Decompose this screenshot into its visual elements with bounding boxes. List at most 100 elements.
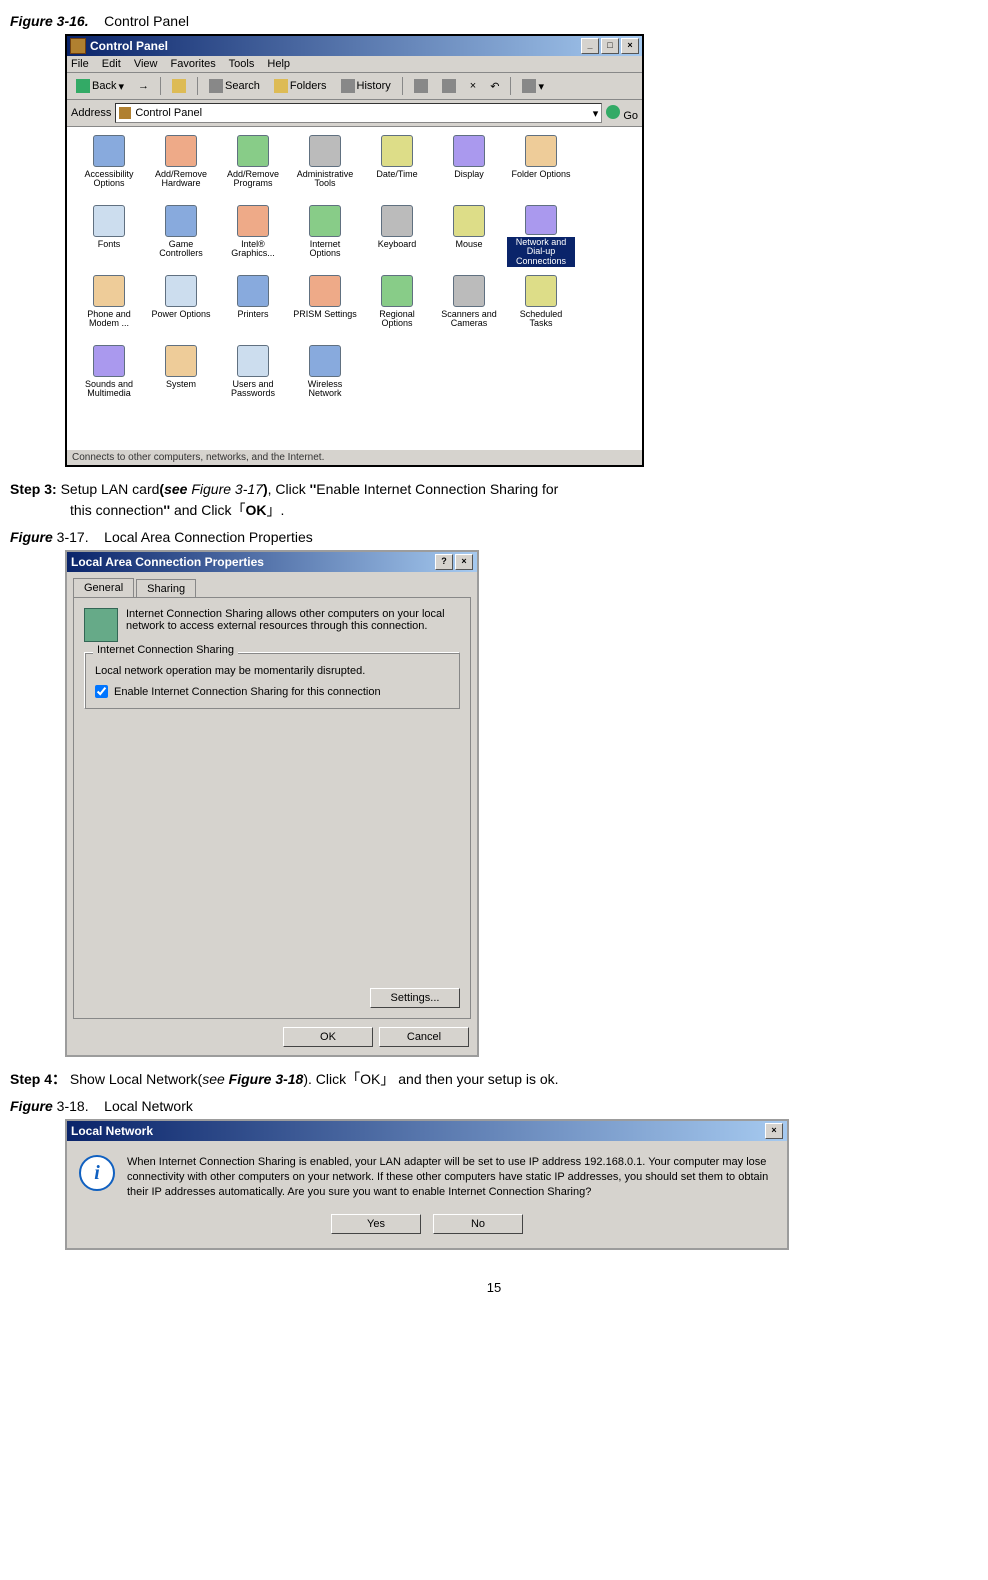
info-icon: i xyxy=(79,1155,115,1191)
enable-ics-checkbox[interactable] xyxy=(95,685,108,698)
control-panel-item-label: Phone and Modem ... xyxy=(75,309,143,330)
control-panel-item-icon xyxy=(93,275,125,307)
messagebox-body: i When Internet Connection Sharing is en… xyxy=(67,1141,787,1206)
control-panel-item-icon xyxy=(525,275,557,307)
control-panel-item[interactable]: Internet Options xyxy=(291,205,359,267)
control-panel-item-icon xyxy=(381,205,413,237)
control-panel-item[interactable]: Phone and Modem ... xyxy=(75,275,143,337)
help-button[interactable]: ? xyxy=(435,554,453,570)
menu-edit[interactable]: Edit xyxy=(102,58,121,70)
figure-3-16-title: Figure 3-16. Control Panel xyxy=(10,13,978,29)
control-panel-item-icon xyxy=(453,205,485,237)
control-panel-item[interactable]: Display xyxy=(435,135,503,197)
control-panel-item[interactable]: Mouse xyxy=(435,205,503,267)
control-panel-item-label: Network and Dial-up Connections xyxy=(507,237,575,267)
tab-sharing[interactable]: Sharing xyxy=(136,579,196,598)
control-panel-item-icon xyxy=(93,345,125,377)
menu-favorites[interactable]: Favorites xyxy=(171,58,216,70)
control-panel-item-label: Scanners and Cameras xyxy=(435,309,503,330)
control-panel-item-label: Keyboard xyxy=(376,239,419,250)
control-panel-item-icon xyxy=(453,275,485,307)
control-panel-item-label: Mouse xyxy=(453,239,484,250)
control-panel-item[interactable]: Printers xyxy=(219,275,287,337)
control-panel-item[interactable]: Sounds and Multimedia xyxy=(75,345,143,407)
control-panel-item[interactable]: Wireless Network xyxy=(291,345,359,407)
figure-3-17-title: Figure 3-17. Local Area Connection Prope… xyxy=(10,529,978,545)
close-button[interactable]: × xyxy=(621,38,639,54)
control-panel-item-icon xyxy=(237,205,269,237)
menubar: File Edit View Favorites Tools Help xyxy=(67,56,642,73)
control-panel-item-icon xyxy=(165,205,197,237)
history-button[interactable]: History xyxy=(336,76,396,96)
control-panel-item[interactable]: Date/Time xyxy=(363,135,431,197)
go-button[interactable]: Go xyxy=(606,105,638,122)
settings-button[interactable]: Settings... xyxy=(370,988,460,1008)
close-button[interactable]: × xyxy=(455,554,473,570)
control-panel-item[interactable]: Users and Passwords xyxy=(219,345,287,407)
control-panel-item-label: Wireless Network xyxy=(291,379,359,400)
moveto-icon xyxy=(414,79,428,93)
undo-button[interactable]: ↶ xyxy=(485,77,504,96)
menu-tools[interactable]: Tools xyxy=(229,58,255,70)
minimize-button[interactable]: _ xyxy=(581,38,599,54)
control-panel-item-label: Users and Passwords xyxy=(219,379,287,400)
control-panel-item[interactable]: Power Options xyxy=(147,275,215,337)
maximize-button[interactable]: □ xyxy=(601,38,619,54)
step-4-text: Step 4： Show Local Network(see Figure 3-… xyxy=(10,1069,978,1090)
folders-button[interactable]: Folders xyxy=(269,76,332,96)
back-button[interactable]: Back ▾ xyxy=(71,76,129,96)
address-dropdown-icon[interactable]: ▾ xyxy=(593,107,599,120)
control-panel-item-label: Intel® Graphics... xyxy=(219,239,287,260)
close-button[interactable]: × xyxy=(765,1123,783,1139)
address-field[interactable]: Control Panel ▾ xyxy=(115,103,602,123)
control-panel-item-label: Game Controllers xyxy=(147,239,215,260)
cancel-button[interactable]: Cancel xyxy=(379,1027,469,1047)
control-panel-item[interactable]: Regional Options xyxy=(363,275,431,337)
extra-button-2[interactable] xyxy=(437,76,461,96)
control-panel-item[interactable]: System xyxy=(147,345,215,407)
tab-general[interactable]: General xyxy=(73,578,134,597)
control-panel-item-label: Regional Options xyxy=(363,309,431,330)
delete-button[interactable]: × xyxy=(465,77,481,95)
control-panel-item[interactable]: Accessibility Options xyxy=(75,135,143,197)
addressbar: Address Control Panel ▾ Go xyxy=(67,100,642,127)
ok-button[interactable]: OK xyxy=(283,1027,373,1047)
ics-groupbox: Internet Connection Sharing Local networ… xyxy=(84,652,460,709)
control-panel-item[interactable]: Game Controllers xyxy=(147,205,215,267)
control-panel-item-label: Printers xyxy=(235,309,270,320)
no-button[interactable]: No xyxy=(433,1214,523,1234)
sharing-info-icon xyxy=(84,608,118,642)
forward-button[interactable]: → xyxy=(133,77,154,95)
control-panel-item[interactable]: PRISM Settings xyxy=(291,275,359,337)
back-arrow-icon xyxy=(76,79,90,93)
menu-view[interactable]: View xyxy=(134,58,158,70)
control-panel-item[interactable]: Add/Remove Programs xyxy=(219,135,287,197)
window-title: Control Panel xyxy=(90,39,168,53)
control-panel-item[interactable]: Intel® Graphics... xyxy=(219,205,287,267)
control-panel-item-label: Add/Remove Programs xyxy=(219,169,287,190)
control-panel-item[interactable]: Network and Dial-up Connections xyxy=(507,205,575,267)
control-panel-app-icon xyxy=(70,38,86,54)
menu-help[interactable]: Help xyxy=(267,58,290,70)
control-panel-item[interactable]: Keyboard xyxy=(363,205,431,267)
extra-button-1[interactable] xyxy=(409,76,433,96)
control-panel-item-icon xyxy=(309,275,341,307)
control-panel-small-icon xyxy=(119,107,131,119)
control-panel-item-icon xyxy=(309,205,341,237)
up-button[interactable] xyxy=(167,76,191,96)
control-panel-item-icon xyxy=(165,345,197,377)
views-icon xyxy=(522,79,536,93)
figure-3-18-title: Figure 3-18. Local Network xyxy=(10,1098,978,1114)
yes-button[interactable]: Yes xyxy=(331,1214,421,1234)
control-panel-item-icon xyxy=(381,275,413,307)
control-panel-item[interactable]: Add/Remove Hardware xyxy=(147,135,215,197)
search-button[interactable]: Search xyxy=(204,76,265,96)
control-panel-item[interactable]: Administrative Tools xyxy=(291,135,359,197)
control-panel-item[interactable]: Scanners and Cameras xyxy=(435,275,503,337)
local-network-messagebox: Local Network × i When Internet Connecti… xyxy=(65,1119,789,1250)
views-button[interactable]: ▾ xyxy=(517,76,549,96)
control-panel-item[interactable]: Fonts xyxy=(75,205,143,267)
control-panel-item[interactable]: Scheduled Tasks xyxy=(507,275,575,337)
control-panel-item[interactable]: Folder Options xyxy=(507,135,575,197)
menu-file[interactable]: File xyxy=(71,58,89,70)
